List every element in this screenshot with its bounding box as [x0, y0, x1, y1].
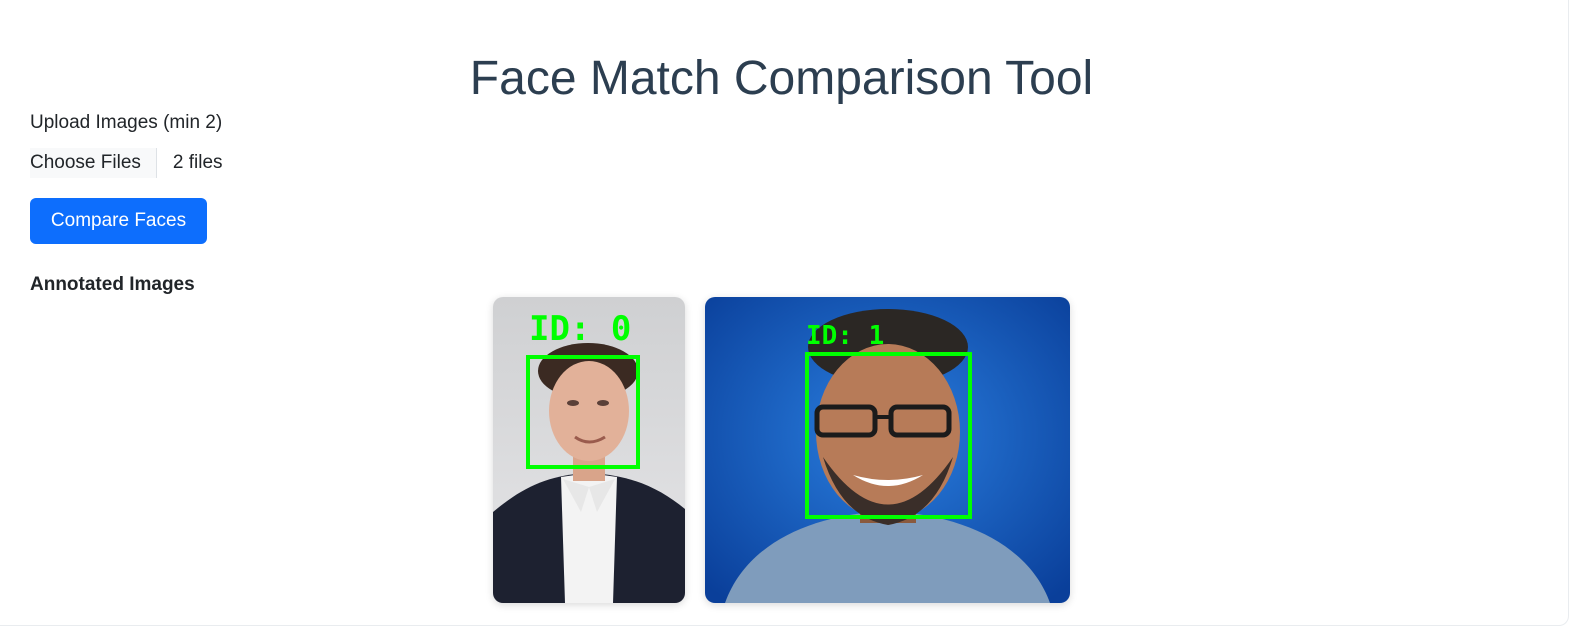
- annotated-image-1-canvas: ID: 1: [705, 297, 1070, 603]
- annotated-image-1: ID: 1: [705, 297, 1070, 603]
- annotated-images-heading: Annotated Images: [30, 274, 195, 295]
- file-input[interactable]: Choose Files 2 files: [30, 148, 223, 178]
- face-id-label-0: ID: 0: [529, 309, 631, 349]
- page-title: Face Match Comparison Tool: [469, 52, 1094, 105]
- choose-files-button[interactable]: Choose Files: [30, 148, 157, 178]
- face-id-label-1: ID: 1: [806, 321, 884, 351]
- annotated-image-0-canvas: ID: 0: [493, 297, 685, 603]
- compare-faces-button[interactable]: Compare Faces: [30, 198, 207, 244]
- file-count-text: 2 files: [172, 152, 223, 173]
- annotated-image-0: ID: 0: [493, 297, 685, 603]
- upload-label: Upload Images (min 2): [30, 112, 223, 133]
